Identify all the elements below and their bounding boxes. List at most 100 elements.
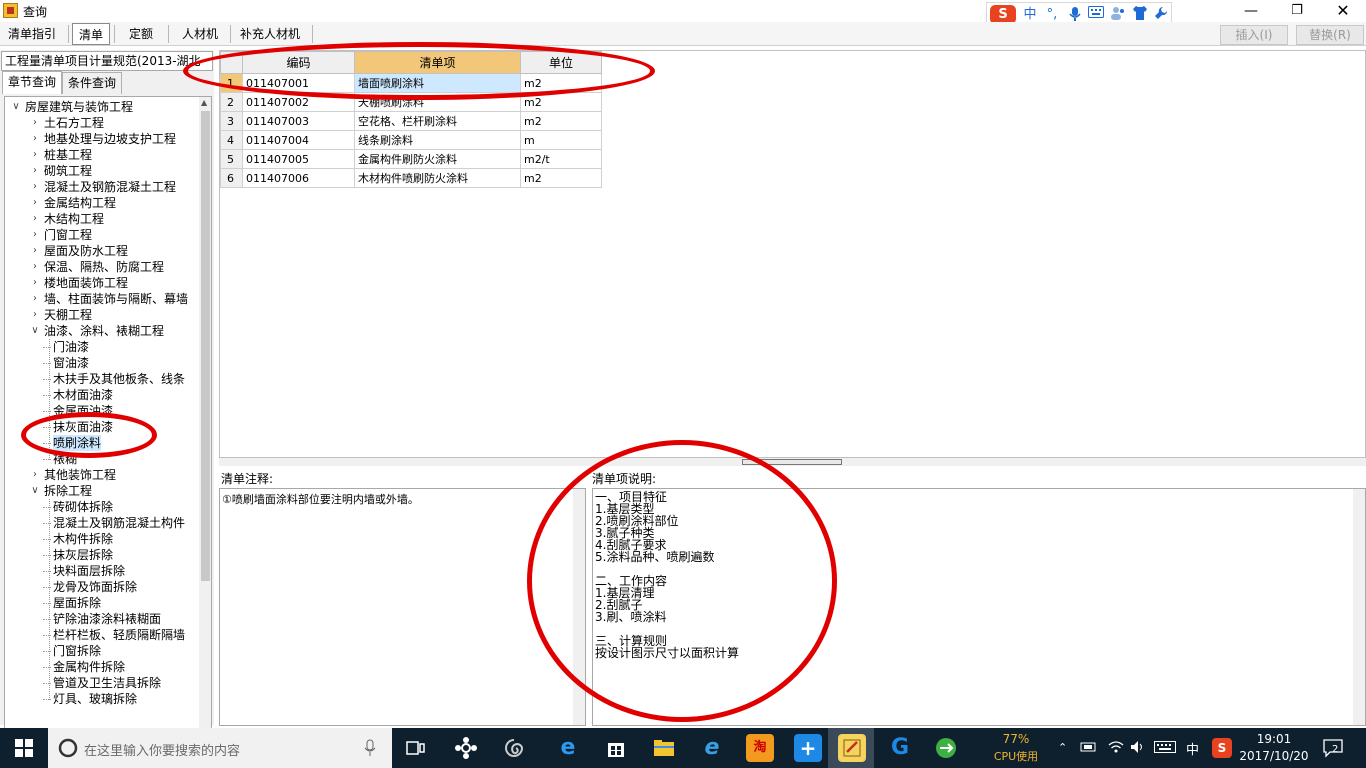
tree-node-label: 桩基工程 [44, 148, 93, 162]
blue-plus-app-icon[interactable]: + [794, 734, 822, 762]
column-header-item[interactable]: 清单项 [354, 51, 521, 74]
spiral-app-icon[interactable] [500, 734, 528, 762]
close-button[interactable]: ✕ [1320, 0, 1366, 22]
expand-arrow-icon[interactable]: › [30, 467, 40, 483]
item-name-cell[interactable]: 线条刷涂料 [354, 130, 521, 150]
expand-arrow-icon[interactable]: › [30, 115, 40, 131]
glodon-app-icon[interactable]: G [886, 734, 914, 762]
row-number-cell[interactable]: 5 [220, 149, 243, 169]
unit-cell[interactable]: m2 [520, 73, 602, 93]
expand-arrow-icon[interactable]: › [30, 307, 40, 323]
task-view-icon[interactable] [402, 734, 430, 762]
expand-arrow-icon[interactable]: › [30, 259, 40, 275]
notes-textbox[interactable]: ①喷刷墙面涂料部位要注明内墙或外墙。 [219, 488, 586, 726]
tab-condition-query[interactable]: 条件查询 [62, 72, 123, 94]
code-cell[interactable]: 011407001 [242, 73, 355, 93]
expand-arrow-icon[interactable]: › [30, 147, 40, 163]
notification-center-icon[interactable]: 2 [1322, 738, 1346, 768]
table-row[interactable]: 1 011407001 墙面喷刷涂料 m2 [220, 73, 602, 93]
edge-browser-icon[interactable]: e [554, 734, 582, 762]
tab-dinge[interactable]: 定额 [123, 23, 159, 45]
scroll-up-icon[interactable]: ▲ [201, 98, 207, 107]
column-header-unit[interactable]: 单位 [520, 51, 602, 74]
collapse-arrow-icon[interactable]: ∨ [30, 323, 40, 339]
code-cell[interactable]: 011407005 [242, 149, 355, 169]
row-number-cell[interactable]: 4 [220, 130, 243, 150]
spec-selector[interactable]: 工程量清单项目计量规范(2013-湖北 [1, 51, 213, 71]
expand-arrow-icon[interactable]: › [30, 211, 40, 227]
pinwheel-app-icon[interactable] [452, 734, 480, 762]
volume-icon[interactable] [1130, 740, 1146, 768]
expand-arrow-icon[interactable]: › [30, 131, 40, 147]
expand-arrow-icon[interactable]: › [30, 163, 40, 179]
code-cell[interactable]: 011407002 [242, 92, 355, 112]
expand-arrow-icon[interactable]: › [30, 195, 40, 211]
item-name-cell[interactable]: 金属构件刷防火涂料 [354, 149, 521, 169]
maximize-button[interactable]: ❐ [1274, 0, 1320, 22]
file-explorer-icon[interactable] [650, 734, 678, 762]
sogou-tray-icon[interactable]: S [1212, 738, 1232, 758]
unit-cell[interactable]: m [520, 130, 602, 150]
tree-node-label: 门油漆 [53, 340, 90, 354]
wifi-icon[interactable] [1108, 740, 1124, 768]
tree-vertical-scroll-thumb[interactable] [201, 111, 210, 581]
tab-rencaiji[interactable]: 人材机 [176, 23, 224, 45]
item-name-cell[interactable]: 墙面喷刷涂料 [354, 73, 521, 93]
item-name-cell[interactable]: 天棚喷刷涂料 [354, 92, 521, 112]
active-app-icon[interactable] [838, 734, 866, 762]
table-row[interactable]: 6 011407006 木材构件喷刷防火涂料 m2 [220, 168, 602, 188]
item-name-cell[interactable]: 木材构件喷刷防火涂料 [354, 168, 521, 188]
collapse-arrow-icon[interactable]: ∨ [11, 99, 21, 115]
row-number-cell[interactable]: 2 [220, 92, 243, 112]
tree-vertical-scrollbar[interactable]: ▲ ▼ [199, 97, 211, 754]
network-adapter-icon[interactable] [1080, 741, 1096, 768]
item-name-cell[interactable]: 空花格、栏杆刷涂料 [354, 111, 521, 131]
ime-mode-indicator[interactable]: 中 [1186, 739, 1199, 768]
tree-node-label: 屋面拆除 [53, 596, 102, 610]
description-scrollbar[interactable] [1353, 489, 1365, 725]
tab-buchong-rencaiji[interactable]: 补充人材机 [234, 23, 306, 45]
replace-button[interactable]: 替换(R) [1296, 25, 1364, 45]
unit-cell[interactable]: m2/t [520, 149, 602, 169]
row-number-cell[interactable]: 3 [220, 111, 243, 131]
tab-qingdan-zhiyin[interactable]: 清单指引 [2, 23, 62, 45]
tab-qingdan[interactable]: 清单 [72, 23, 111, 45]
unit-cell[interactable]: m2 [520, 168, 602, 188]
code-cell[interactable]: 011407003 [242, 111, 355, 131]
green-app-icon[interactable] [932, 734, 960, 762]
tab-chapter-query[interactable]: 章节查询 [2, 71, 63, 94]
expand-arrow-icon[interactable]: › [30, 275, 40, 291]
taskbar-search[interactable]: 在这里输入你要搜索的内容 [48, 728, 392, 768]
store-icon[interactable] [602, 734, 630, 762]
row-number-cell[interactable]: 1 [220, 73, 243, 93]
code-cell[interactable]: 011407004 [242, 130, 355, 150]
clock[interactable]: 19:01 2017/10/20 [1238, 728, 1310, 768]
unit-cell[interactable]: m2 [520, 111, 602, 131]
tree-node-label: 拆除工程 [44, 484, 93, 498]
insert-button[interactable]: 插入(I) [1220, 25, 1288, 45]
description-textbox[interactable]: 一、项目特征 1.基层类型 2.喷刷涂料部位 3.腻子种类 4.刮腻子要求 5.涂料品种、… [592, 488, 1366, 726]
tray-chevron-up-icon[interactable]: ⌃ [1058, 741, 1067, 768]
splitter-handle[interactable] [742, 459, 842, 465]
code-cell[interactable]: 011407006 [242, 168, 355, 188]
collapse-arrow-icon[interactable]: ∨ [30, 483, 40, 499]
table-row[interactable]: 3 011407003 空花格、栏杆刷涂料 m2 [220, 111, 602, 131]
expand-arrow-icon[interactable]: › [30, 243, 40, 259]
expand-arrow-icon[interactable]: › [30, 227, 40, 243]
table-row[interactable]: 4 011407004 线条刷涂料 m [220, 130, 602, 150]
microphone-icon[interactable] [364, 739, 376, 757]
unit-cell[interactable]: m2 [520, 92, 602, 112]
orange-app-icon[interactable]: 淘 [746, 734, 774, 762]
cpu-monitor[interactable]: 77% CPU使用 [990, 728, 1042, 768]
expand-arrow-icon[interactable]: › [30, 291, 40, 307]
table-row[interactable]: 2 011407002 天棚喷刷涂料 m2 [220, 92, 602, 112]
internet-explorer-icon[interactable]: e [698, 734, 726, 762]
keyboard-tray-icon[interactable] [1154, 741, 1176, 768]
table-row[interactable]: 5 011407005 金属构件刷防火涂料 m2/t [220, 149, 602, 169]
notes-scrollbar[interactable] [573, 489, 585, 725]
row-number-cell[interactable]: 6 [220, 168, 243, 188]
column-header-code[interactable]: 编码 [242, 51, 355, 74]
minimize-button[interactable]: — [1228, 0, 1274, 22]
expand-arrow-icon[interactable]: › [30, 179, 40, 195]
start-button[interactable] [0, 728, 48, 768]
